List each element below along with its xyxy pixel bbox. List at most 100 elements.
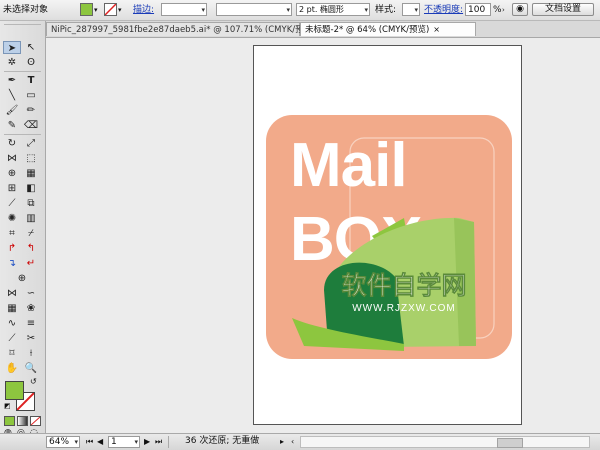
gradient-tool[interactable]: ◧ <box>22 182 40 195</box>
opacity-field[interactable]: 100 <box>465 3 491 16</box>
symbol-sprayer-icon: ✺ <box>7 213 17 224</box>
next-artboard-icon[interactable]: ▶ <box>144 436 150 448</box>
eraser-tool[interactable]: ⌫ <box>22 119 40 132</box>
paintbrush-tool[interactable]: 🖌 <box>3 104 21 117</box>
horizontal-scrollbar[interactable] <box>300 436 590 448</box>
align-tool[interactable]: ≡ <box>22 317 40 330</box>
shape-builder-tool[interactable]: ⊕ <box>3 167 21 180</box>
tab-label: 未标题-2* @ 64% (CMYK/预览) <box>305 25 430 35</box>
rotate-tool[interactable]: ↻ <box>3 137 21 150</box>
scissors-tool[interactable]: ✂ <box>22 332 40 345</box>
opacity-unit: % <box>493 5 502 15</box>
anchor-point-tool[interactable]: ↱ <box>3 242 21 255</box>
previous-artboard-icon[interactable]: ◀ <box>97 436 103 448</box>
mailbox-artwork[interactable]: Mail BOX 软件自学网 WWW.RJZXW.COM <box>254 46 521 424</box>
convert-anchor-tool[interactable]: ↰ <box>22 242 40 255</box>
brush-definition-value: 2 pt. 椭圆形 <box>299 5 344 14</box>
chevron-down-icon: ▾ <box>74 438 78 446</box>
zoom-field[interactable]: 64% ▾ <box>46 436 80 448</box>
document-setup-button[interactable]: 文档设置 <box>532 3 594 16</box>
rectangle-tool[interactable]: ▭ <box>22 89 40 102</box>
tab-document-untitled-2[interactable]: 未标题-2* @ 64% (CMYK/预览) × <box>300 22 476 36</box>
color-mode-button[interactable] <box>4 416 15 426</box>
variable-width-profile-field[interactable]: ▾ <box>216 3 292 16</box>
measure-tool[interactable]: ⟊ <box>22 347 40 360</box>
artboard-icon: ⌗ <box>9 228 15 239</box>
stroke-weight-field[interactable]: ▾ <box>161 3 207 16</box>
swap-fill-stroke-icon[interactable]: ↺ <box>30 377 37 386</box>
graphic-style-picker[interactable]: ▾ <box>402 3 420 16</box>
document-tab-bar: NiPic_287997_5981fbe2e87daeb5.ai* @ 107.… <box>46 21 600 38</box>
column-graph-tool[interactable]: ▥ <box>22 212 40 225</box>
reflect-tool[interactable]: ⋈ <box>3 287 21 300</box>
lasso-icon: ʘ <box>27 57 35 68</box>
delete-anchor-icon: ↵ <box>26 258 36 269</box>
slice-tool[interactable]: ⌿ <box>22 227 40 240</box>
smooth-tool[interactable]: ∿ <box>3 317 21 330</box>
line-segment-tool[interactable]: ╲ <box>3 89 21 102</box>
artboard-tool[interactable]: ⌗ <box>3 227 21 240</box>
chevron-right-icon[interactable]: › <box>502 4 505 16</box>
blend-tool[interactable]: ⧉ <box>22 197 40 210</box>
canvas-area[interactable]: Mail BOX 软件自学网 WWW.RJZXW.COM <box>46 38 600 433</box>
crop-tool[interactable]: ⌑ <box>3 347 21 360</box>
no-stroke-icon <box>30 416 41 426</box>
stroke-color-swatch[interactable] <box>104 3 117 16</box>
scrollbar-thumb[interactable] <box>497 438 523 448</box>
direct-selection-icon: ↖ <box>26 42 36 53</box>
mesh-tool[interactable]: ⊞ <box>3 182 21 195</box>
direct-selection-tool[interactable]: ↖ <box>22 41 40 54</box>
measure-icon: ⟊ <box>29 348 33 359</box>
twirl-tool[interactable]: ❀ <box>22 302 40 315</box>
artboard-number-field[interactable]: 1 ▾ <box>108 436 140 448</box>
none-mode-button[interactable] <box>30 416 41 426</box>
type-icon: T <box>27 75 35 86</box>
selection-status: 未选择对象 <box>3 5 49 15</box>
chevron-down-icon[interactable]: ▾ <box>118 4 122 16</box>
globe-tool[interactable]: ⊕ <box>13 272 31 285</box>
brush-definition-field[interactable]: 2 pt. 椭圆形 ▾ <box>296 3 370 16</box>
lasso-tool[interactable]: ʘ <box>22 56 40 69</box>
add-anchor-tool[interactable]: ↴ <box>3 257 21 270</box>
free-transform-tool[interactable]: ⬚ <box>22 152 40 165</box>
eyedropper-tool[interactable]: ⟋ <box>3 197 21 210</box>
scale-tool[interactable]: ⤢ <box>22 137 40 150</box>
magic-wand-tool[interactable]: ✲ <box>3 56 21 69</box>
zoom-value: 64% <box>49 437 70 447</box>
hand-tool[interactable]: ✋ <box>3 362 21 375</box>
first-artboard-icon[interactable]: ⏮ <box>86 436 93 448</box>
gradient-mode-button[interactable] <box>17 416 28 426</box>
divider <box>4 71 41 72</box>
perspective-grid-tool[interactable]: ▦ <box>22 167 40 180</box>
warp-tool[interactable]: ∽ <box>22 287 40 300</box>
knife-tool[interactable]: ⟋ <box>3 332 21 345</box>
default-colors-icon[interactable]: ◩ <box>4 402 11 410</box>
recolor-icon: ◉ <box>516 4 524 14</box>
opacity-label[interactable]: 不透明度: <box>424 4 463 16</box>
close-icon[interactable]: × <box>433 25 440 34</box>
tab-document-nipic[interactable]: NiPic_287997_5981fbe2e87daeb5.ai* @ 107.… <box>46 22 326 36</box>
grid-tool[interactable]: ▦ <box>3 302 21 315</box>
zoom-tool[interactable]: 🔍 <box>22 362 40 375</box>
type-tool[interactable]: T <box>22 74 40 87</box>
add-anchor-icon: ↴ <box>7 258 17 269</box>
width-tool[interactable]: ⋈ <box>3 152 21 165</box>
stroke-label[interactable]: 描边: <box>133 4 154 16</box>
pencil-tool[interactable]: ✏ <box>22 104 40 117</box>
chevron-down-icon[interactable]: ▾ <box>94 4 98 16</box>
delete-anchor-tool[interactable]: ↵ <box>22 257 40 270</box>
selection-tool[interactable]: ➤ <box>3 41 21 54</box>
recolor-artwork-button[interactable]: ◉ <box>512 3 528 16</box>
panel-grip <box>4 24 41 25</box>
fill-color-swatch[interactable] <box>80 3 93 16</box>
status-menu-icon[interactable]: ▸ <box>280 436 284 448</box>
artboard[interactable]: Mail BOX 软件自学网 WWW.RJZXW.COM <box>253 45 522 425</box>
last-artboard-icon[interactable]: ⏭ <box>155 436 162 448</box>
scroll-left-icon[interactable]: ‹ <box>291 436 294 448</box>
anchor-point-icon: ↱ <box>7 243 17 254</box>
blob-brush-tool[interactable]: ✎ <box>3 119 21 132</box>
symbol-sprayer-tool[interactable]: ✺ <box>3 212 21 225</box>
fill-swatch[interactable] <box>5 381 24 400</box>
pen-tool[interactable]: ✒ <box>3 74 21 87</box>
crop-icon: ⌑ <box>9 348 15 359</box>
